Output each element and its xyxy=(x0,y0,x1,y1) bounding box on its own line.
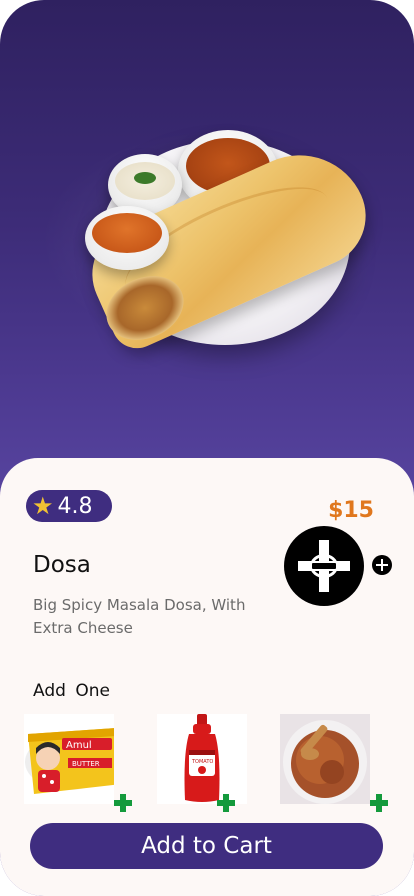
star-icon: ★ xyxy=(32,492,54,520)
add-ketchup-plus-icon[interactable] xyxy=(217,794,235,812)
addons-title: Add One xyxy=(33,681,110,701)
increment-plus-icon[interactable] xyxy=(372,555,392,575)
food-description: Big Spicy Masala Dosa, With Extra Cheese xyxy=(33,596,246,637)
minus-icon xyxy=(312,563,336,569)
food-detail-screen: ★ 4.8 $15 Dosa Big Spicy Masala Dosa, Wi… xyxy=(0,0,414,896)
svg-text:Amul: Amul xyxy=(66,740,92,751)
add-butter-plus-icon[interactable] xyxy=(114,794,132,812)
dosa-hero-image xyxy=(30,110,390,360)
add-to-cart-button[interactable]: Add to Cart xyxy=(30,823,383,869)
masala-powder-bowl-image xyxy=(280,714,370,804)
food-name: Dosa xyxy=(33,552,91,578)
amul-butter-image: Amul BUTTER xyxy=(24,714,114,804)
rating-value: 4.8 xyxy=(57,493,93,519)
ketchup-bottle-image: TOMATO xyxy=(157,714,247,804)
add-masala-plus-icon[interactable] xyxy=(370,794,388,812)
tomato-chutney-bowl xyxy=(85,206,169,270)
addon-item-ketchup[interactable]: TOMATO xyxy=(157,714,249,812)
svg-text:BUTTER: BUTTER xyxy=(72,760,100,768)
quantity-control-button[interactable] xyxy=(284,526,364,606)
details-card: ★ 4.8 $15 Dosa Big Spicy Masala Dosa, Wi… xyxy=(0,458,414,896)
svg-text:TOMATO: TOMATO xyxy=(191,759,213,765)
price: $15 xyxy=(328,498,374,523)
addon-item-butter[interactable]: Amul BUTTER xyxy=(24,714,132,812)
rating-badge: ★ 4.8 xyxy=(26,490,112,522)
addon-item-masala[interactable] xyxy=(280,714,388,812)
